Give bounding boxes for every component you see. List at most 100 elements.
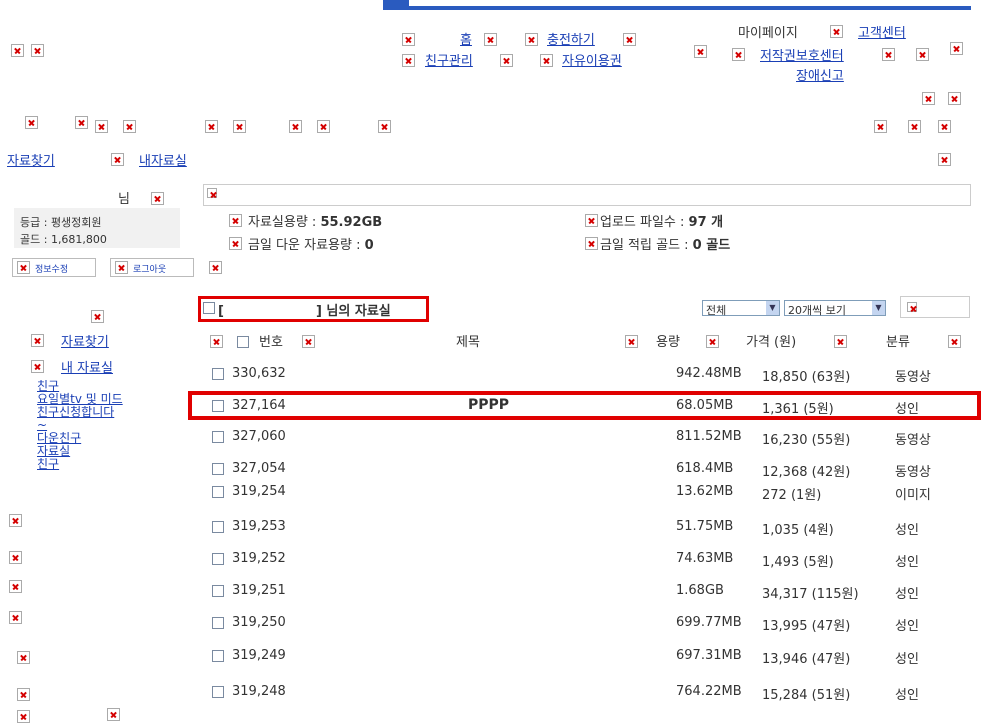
row-price: 1,493 (5원) bbox=[762, 555, 834, 570]
top-bar bbox=[383, 6, 971, 10]
subnav-search-link[interactable]: 자료찾기 bbox=[7, 150, 55, 169]
highlighted-row-box bbox=[188, 391, 981, 420]
chevron-down-icon: ▼ bbox=[872, 301, 885, 315]
report-link[interactable]: 장애신고 bbox=[796, 65, 844, 84]
table-row[interactable]: 319,248 764.22MB 15,284 (51원) 성인 bbox=[0, 680, 991, 703]
broken-image-icon bbox=[922, 92, 935, 105]
row-price: 15,284 (51원) bbox=[762, 688, 851, 703]
row-checkbox[interactable] bbox=[212, 486, 224, 498]
table-row[interactable]: 319,250 699.77MB 13,995 (47원) 성인 bbox=[0, 611, 991, 634]
row-checkbox[interactable] bbox=[212, 585, 224, 597]
edit-info-label: 정보수정 bbox=[35, 265, 69, 275]
row-category: 성인 bbox=[895, 555, 919, 570]
broken-image-icon bbox=[91, 310, 104, 323]
col-cat-header: 분류 bbox=[886, 335, 910, 350]
row-checkbox[interactable] bbox=[212, 686, 224, 698]
library-title: [] 님의 자료실 bbox=[218, 304, 391, 319]
broken-image-icon bbox=[75, 116, 88, 129]
broken-image-icon bbox=[17, 261, 30, 274]
broken-image-icon bbox=[207, 188, 217, 198]
nav-free-pass-link[interactable]: 자유이용권 bbox=[562, 50, 622, 69]
row-size: 811.52MB bbox=[676, 429, 742, 444]
broken-image-icon bbox=[907, 302, 917, 312]
sidebar-search-link[interactable]: 자료찾기 bbox=[61, 331, 109, 350]
broken-image-icon bbox=[289, 120, 302, 133]
row-checkbox[interactable] bbox=[212, 617, 224, 629]
today-gold-icon bbox=[585, 237, 598, 250]
chevron-down-icon: ▼ bbox=[766, 301, 779, 315]
broken-image-icon bbox=[706, 335, 719, 348]
row-price: 13,995 (47원) bbox=[762, 619, 851, 634]
grade-text: 등급 : 평생정회원 bbox=[20, 216, 102, 229]
row-price: 272 (1원) bbox=[762, 488, 822, 503]
select-all-checkbox[interactable] bbox=[237, 336, 249, 348]
copyright-center-link[interactable]: 저작권보호센터 bbox=[760, 45, 844, 64]
broken-image-icon bbox=[938, 153, 951, 166]
select-all-checkbox-top[interactable] bbox=[203, 302, 215, 314]
broken-image-icon bbox=[317, 120, 330, 133]
per-page-select[interactable]: 20개씩 보기 ▼ bbox=[784, 300, 886, 317]
col-price-header: 가격 (원) bbox=[746, 335, 797, 350]
table-row[interactable]: 319,252 74.63MB 1,493 (5원) 성인 bbox=[0, 547, 991, 570]
broken-image-icon bbox=[205, 120, 218, 133]
broken-image-icon bbox=[500, 54, 513, 67]
broken-image-icon bbox=[938, 120, 951, 133]
row-size: 699.77MB bbox=[676, 615, 742, 630]
broken-image-icon bbox=[948, 92, 961, 105]
row-checkbox[interactable] bbox=[212, 650, 224, 662]
row-checkbox[interactable] bbox=[212, 553, 224, 565]
broken-image-icon bbox=[834, 335, 847, 348]
edit-info-button[interactable]: 정보수정 bbox=[12, 258, 96, 277]
row-checkbox[interactable] bbox=[212, 368, 224, 380]
table-row[interactable]: 327,054 618.4MB 12,368 (42원) 동영상 bbox=[0, 457, 991, 480]
table-row[interactable]: 319,253 51.75MB 1,035 (4원) 성인 bbox=[0, 515, 991, 538]
row-checkbox[interactable] bbox=[212, 521, 224, 533]
upload-count-label: 업로드 파일수 : 97 개 bbox=[600, 215, 724, 230]
broken-image-icon bbox=[830, 25, 843, 38]
broken-image-icon bbox=[525, 33, 538, 46]
row-category: 동영상 bbox=[895, 433, 931, 448]
nav-friends-link[interactable]: 친구관리 bbox=[425, 50, 473, 69]
upload-count-icon bbox=[585, 214, 598, 227]
row-price: 12,368 (42원) bbox=[762, 465, 851, 480]
broken-image-icon bbox=[378, 120, 391, 133]
broken-image-icon bbox=[123, 120, 136, 133]
logout-button[interactable]: 로그아웃 bbox=[110, 258, 194, 277]
row-number: 319,249 bbox=[232, 648, 286, 663]
table-row[interactable]: 327,060 811.52MB 16,230 (55원) 동영상 bbox=[0, 425, 991, 448]
storage-icon bbox=[229, 214, 242, 227]
broken-image-icon bbox=[111, 153, 124, 166]
broken-image-icon bbox=[302, 335, 315, 348]
row-size: 1.68GB bbox=[676, 583, 724, 598]
gold-text: 골드 : 1,681,800 bbox=[20, 233, 107, 246]
row-size: 697.31MB bbox=[676, 648, 742, 663]
broken-image-icon bbox=[11, 44, 24, 57]
broken-image-icon bbox=[908, 120, 921, 133]
category-filter-select[interactable]: 전체 ▼ bbox=[702, 300, 780, 317]
row-category: 성인 bbox=[895, 619, 919, 634]
nav-charge-link[interactable]: 충전하기 bbox=[547, 29, 595, 48]
logout-label: 로그아웃 bbox=[133, 265, 167, 275]
row-checkbox[interactable] bbox=[212, 463, 224, 475]
row-category: 성인 bbox=[895, 523, 919, 538]
row-price: 1,035 (4원) bbox=[762, 523, 834, 538]
mypage-label[interactable]: 마이페이지 bbox=[738, 22, 798, 41]
top-bar-tab bbox=[383, 0, 409, 10]
broken-image-icon bbox=[31, 334, 44, 347]
broken-image-icon bbox=[402, 33, 415, 46]
row-number: 319,251 bbox=[232, 583, 286, 598]
row-checkbox[interactable] bbox=[212, 431, 224, 443]
row-price: 13,946 (47원) bbox=[762, 652, 851, 667]
table-row[interactable]: 319,251 1.68GB 34,317 (115원) 성인 bbox=[0, 579, 991, 602]
col-title-header: 제목 bbox=[456, 335, 480, 350]
nav-home-link[interactable]: 홈 bbox=[460, 29, 472, 48]
broken-image-icon bbox=[625, 335, 638, 348]
table-row[interactable]: 319,249 697.31MB 13,946 (47원) 성인 bbox=[0, 644, 991, 667]
table-row[interactable]: 330,632 942.48MB 18,850 (63원) 동영상 bbox=[0, 362, 991, 385]
today-gold-label: 금일 적립 골드 : 0 골드 bbox=[600, 238, 731, 253]
broken-image-icon bbox=[882, 48, 895, 61]
subnav-my-link[interactable]: 내자료실 bbox=[139, 150, 187, 169]
support-link[interactable]: 고객센터 bbox=[858, 22, 906, 41]
col-size-header: 용량 bbox=[656, 335, 680, 350]
table-row[interactable]: 319,254 13.62MB 272 (1원) 이미지 bbox=[0, 480, 991, 503]
